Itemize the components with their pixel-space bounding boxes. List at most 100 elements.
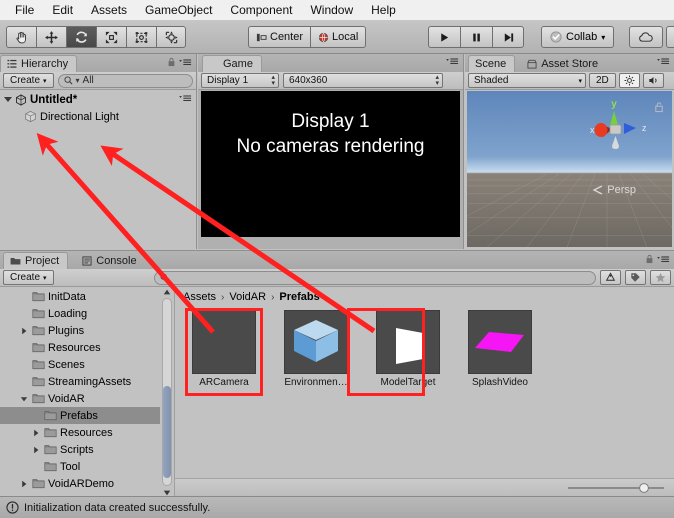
project-tree-row-scenes[interactable]: Scenes [0,356,160,373]
step-button[interactable] [492,26,524,48]
project-tree-row-tool[interactable]: Tool [0,458,160,475]
menu-item-component[interactable]: Component [221,0,301,20]
disclosure-closed-icon[interactable] [20,480,29,488]
scroll-up-arrow-icon[interactable] [163,288,171,296]
project-folder-tree: InitData Loading Plugins Resources Scenes Str… [0,288,160,497]
globe-local-icon [318,32,329,42]
menu-item-gameobject[interactable]: GameObject [136,0,221,20]
pause-button[interactable] [460,26,492,48]
scene-lock-icon[interactable] [654,101,664,113]
hierarchy-scene-disclosure-icon[interactable] [4,97,12,102]
hierarchy-tree: Untitled* Directional Light [0,91,196,249]
asset-item-splashvideo[interactable]: SplashVideo [463,310,537,388]
breadcrumb-item-voidar[interactable]: VoidAR [229,291,266,303]
project-tree-label: StreamingAssets [48,375,132,388]
tab-console[interactable]: Console [76,252,144,269]
disclosure-closed-icon[interactable] [32,429,41,437]
game-resolution-dropdown[interactable]: 640x360 ▴ ▾ [283,73,443,88]
scene-shading-dropdown[interactable]: Shaded ▾ [468,73,586,88]
project-create-button[interactable]: Create ▾ [3,270,54,285]
tab-scene-label: Scene [475,58,507,70]
hierarchy-create-button[interactable]: Create ▾ [3,73,54,88]
project-tree-scrollbar[interactable] [160,288,174,497]
panel-menu-icon[interactable] [657,57,670,66]
hierarchy-create-label: Create [10,75,41,86]
scale-tool-button[interactable] [96,26,126,48]
play-icon [441,32,449,42]
tab-project[interactable]: Project [3,252,69,269]
status-bar[interactable]: Initialization data created successfully… [0,496,674,518]
collab-button[interactable]: Collab ▾ [541,26,615,48]
disclosure-closed-icon[interactable] [20,327,29,335]
game-message-line-2: No cameras rendering [236,136,425,157]
blue-cube-thumb [284,310,348,374]
panel-menu-icon[interactable] [446,57,459,66]
scene-2d-label: 2D [596,75,609,86]
cloud-services-button[interactable] [629,26,663,48]
breadcrumb-item-prefabs[interactable]: Prefabs [279,291,319,303]
disclosure-open-icon[interactable] [20,395,29,403]
project-tree-row-streamingassets[interactable]: StreamingAssets [0,373,160,390]
asset-item-modeltarget[interactable]: ModelTarget [371,310,445,388]
project-filter-type-button[interactable] [600,270,621,285]
scene-projection-indicator[interactable]: Persp [592,184,636,196]
scene-lighting-toggle[interactable] [618,73,640,88]
breadcrumb-item-assets[interactable]: Assets [183,291,216,303]
project-filter-label-button[interactable] [625,270,646,285]
project-tree-row-resources[interactable]: Resources [0,339,160,356]
tab-asset-store[interactable]: Asset Store [521,55,606,72]
lock-icon[interactable] [645,254,654,264]
hierarchy-search-input[interactable]: ▾ All [57,73,193,88]
asset-item-arcamera[interactable]: ARCamera [187,310,261,388]
tab-scene[interactable]: Scene [468,55,516,72]
transform-tool-button[interactable] [156,26,186,48]
space-mode-button[interactable]: Local [310,26,367,48]
hierarchy-scene-row[interactable]: Untitled* [0,91,196,108]
project-search-input[interactable] [153,270,596,285]
project-tree-row-resources[interactable]: Resources [0,424,160,441]
rotate-tool-button[interactable] [66,26,96,48]
menu-item-window[interactable]: Window [301,0,362,20]
project-favorite-button[interactable] [650,270,671,285]
game-viewport[interactable]: Display 1 No cameras rendering [201,91,460,237]
scrollbar-thumb[interactable] [163,386,171,478]
account-button[interactable] [666,26,674,48]
pivot-mode-button[interactable]: Center [248,26,311,48]
scene-viewport[interactable]: y x z Persp [467,91,672,247]
disclosure-closed-icon[interactable] [32,446,41,454]
project-tree-label: Prefabs [60,409,98,422]
asset-zoom-slider[interactable] [566,482,666,494]
game-message-line-1: Display 1 [291,111,370,132]
hand-tool-button[interactable] [6,26,36,48]
lock-icon[interactable] [167,57,176,67]
asset-item-environment[interactable]: Environmen… [279,310,353,388]
project-toolbar: Create ▾ [0,269,674,287]
project-tree-row-scripts[interactable]: Scripts [0,441,160,458]
space-mode-label: Local [332,31,359,43]
tab-hierarchy[interactable]: Hierarchy [0,55,78,72]
project-tree-row-prefabs[interactable]: Prefabs [0,407,160,424]
move-tool-button[interactable] [36,26,66,48]
menu-item-edit[interactable]: Edit [43,0,82,20]
hierarchy-item-directional-light[interactable]: Directional Light [0,108,196,125]
panel-menu-icon[interactable] [179,58,192,67]
rect-tool-button[interactable] [126,26,156,48]
row-menu-icon[interactable] [179,94,192,103]
project-panel: Project Console Create ▾ InitData Loadin… [0,250,674,497]
project-tree-row-loading[interactable]: Loading [0,305,160,322]
menu-item-help[interactable]: Help [362,0,405,20]
play-button[interactable] [428,26,460,48]
scene-audio-toggle[interactable] [642,73,664,88]
project-tree-row-plugins[interactable]: Plugins [0,322,160,339]
menu-item-file[interactable]: File [6,0,43,20]
menu-item-assets[interactable]: Assets [82,0,136,20]
filter-type-icon [605,272,616,281]
project-tree-row-voidar[interactable]: VoidAR [0,390,160,407]
scene-2d-toggle[interactable]: 2D [589,73,616,88]
tab-game[interactable]: Game [202,55,262,72]
project-tree-row-initdata[interactable]: InitData [0,288,160,305]
scene-orientation-gizmo[interactable]: y x z [580,97,650,159]
panel-menu-icon[interactable] [657,255,670,264]
project-tree-row-voidardemo[interactable]: VoidARDemo [0,475,160,492]
game-display-dropdown[interactable]: Display 1 ▴ ▾ [201,73,279,88]
